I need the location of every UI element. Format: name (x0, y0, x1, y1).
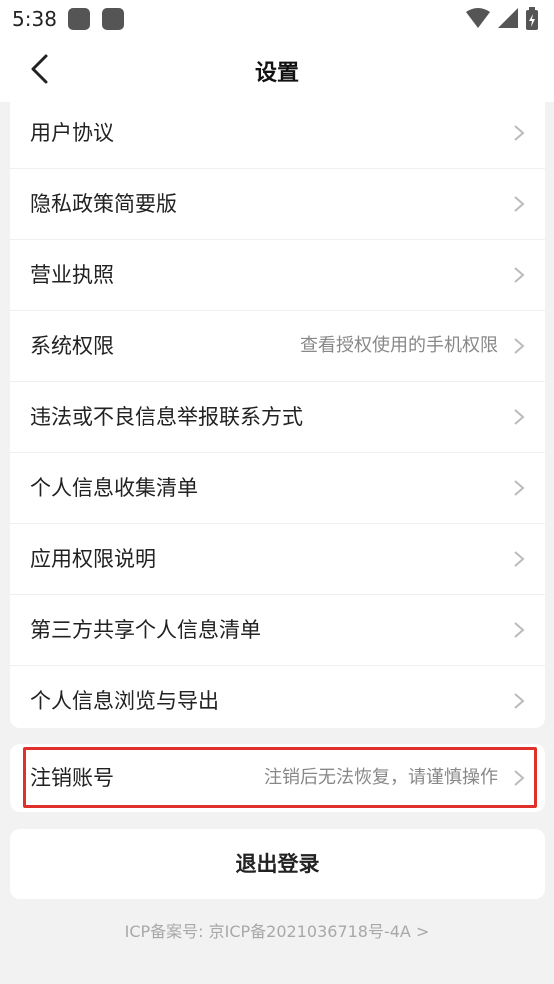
status-icons (466, 7, 538, 30)
row-value: 查看授权使用的手机权限 (300, 335, 498, 356)
chevron-right-icon (514, 551, 525, 567)
row-label: 个人信息收集清单 (30, 476, 198, 500)
page-title: 设置 (254, 61, 299, 86)
settings-row-personal-info-collection[interactable]: 个人信息收集清单 (10, 453, 545, 524)
app-square-icon (102, 8, 124, 30)
settings-row-business-license[interactable]: 营业执照 (10, 240, 545, 311)
battery-charging-icon (526, 7, 538, 30)
row-label: 违法或不良信息举报联系方式 (30, 405, 303, 429)
row-value: 注销后无法恢复，请谨慎操作 (264, 767, 498, 788)
status-bar: 5:38 (0, 0, 554, 38)
settings-row-privacy-summary[interactable]: 隐私政策简要版 (10, 169, 545, 240)
icp-link[interactable]: ICP备案号: 京ICP备2021036718号-4A > (0, 918, 554, 942)
app-square-icon (68, 8, 90, 30)
chevron-right-icon (514, 196, 525, 212)
settings-row-app-permissions[interactable]: 应用权限说明 (10, 524, 545, 595)
header: 设置 (0, 38, 554, 102)
row-label: 系统权限 (30, 334, 114, 358)
settings-row-third-party-sharing[interactable]: 第三方共享个人信息清单 (10, 595, 545, 666)
chevron-right-icon (514, 480, 525, 496)
row-label: 应用权限说明 (30, 547, 156, 571)
chevron-right-icon (514, 267, 525, 283)
cancel-account-row[interactable]: 注销账号 注销后无法恢复，请谨慎操作 (10, 744, 545, 812)
chevron-right-icon (514, 409, 525, 425)
row-label: 用户协议 (30, 121, 114, 145)
wifi-icon (466, 8, 490, 28)
settings-row-system-permissions[interactable]: 系统权限 查看授权使用的手机权限 (10, 311, 545, 382)
settings-row-info-export[interactable]: 个人信息浏览与导出 (10, 666, 545, 728)
logout-button[interactable]: 退出登录 (10, 829, 545, 899)
settings-page: 5:38 设置 用户协议 隐私政策简要版 营业执照 系统权限 查看授权使用的手机… (0, 0, 554, 984)
status-time: 5:38 (12, 7, 57, 31)
row-label: 隐私政策简要版 (30, 192, 177, 216)
signal-icon (498, 8, 518, 28)
logout-label: 退出登录 (235, 852, 320, 876)
settings-row-user-agreement[interactable]: 用户协议 (10, 98, 545, 169)
cancel-account-card: 注销账号 注销后无法恢复，请谨慎操作 (10, 744, 545, 812)
chevron-right-icon (514, 125, 525, 141)
chevron-right-icon (514, 622, 525, 638)
chevron-right-icon (514, 770, 525, 786)
chevron-right-icon (514, 338, 525, 354)
settings-row-report-contact[interactable]: 违法或不良信息举报联系方式 (10, 382, 545, 453)
row-label: 个人信息浏览与导出 (30, 689, 219, 713)
row-label: 营业执照 (30, 263, 114, 287)
settings-list: 用户协议 隐私政策简要版 营业执照 系统权限 查看授权使用的手机权限 违法或不良… (10, 98, 545, 728)
row-label: 注销账号 (30, 766, 114, 790)
chevron-right-icon (514, 693, 525, 709)
row-label: 第三方共享个人信息清单 (30, 618, 261, 642)
